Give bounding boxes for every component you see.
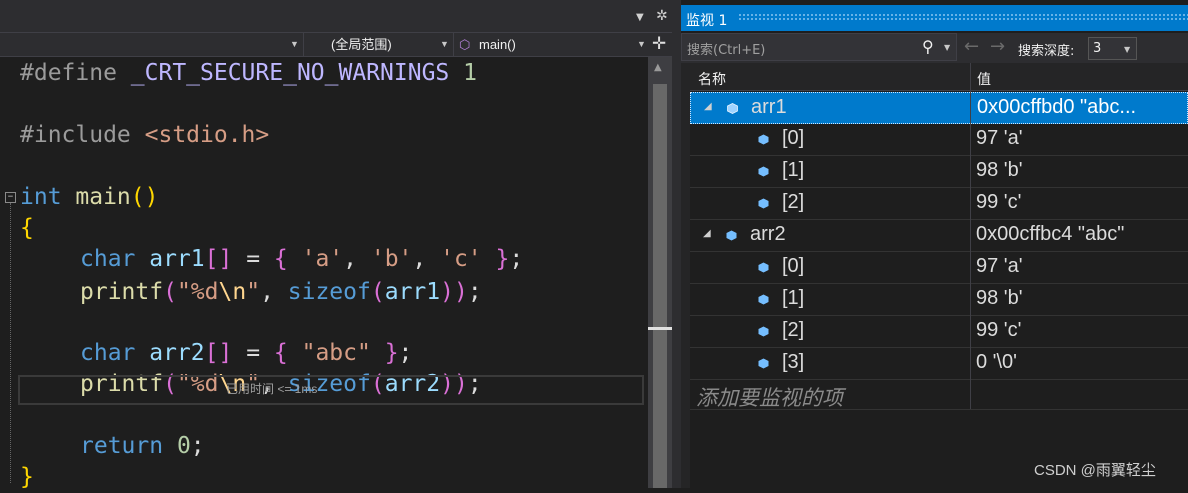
watch-row-arr1[interactable]: ◢ arr1 0x00cffbd0 "abc... [690, 92, 1188, 124]
field-cube-icon [758, 198, 769, 209]
collapse-arrow-icon[interactable]: ◢ [703, 228, 711, 239]
search-depth-label: 搜索深度: [1018, 44, 1075, 59]
watch-title: 监视 1 [686, 10, 732, 30]
split-window-icon[interactable]: ✛ [652, 34, 666, 54]
function-dropdown[interactable]: ⬡ main() ▼ [455, 33, 649, 56]
scope-label: (全局范围) [331, 37, 392, 52]
row-value[interactable]: 0x00cffbc4 "abc" [976, 223, 1124, 246]
scroll-up-icon[interactable]: ▲ [654, 62, 662, 73]
collapse-toggle-icon[interactable]: − [5, 192, 16, 203]
variable-cube-icon [727, 103, 738, 114]
watch-row-element[interactable]: [0] 97 'a' [690, 252, 1188, 284]
code-line-13: return 0; [80, 433, 205, 459]
row-value[interactable]: 97 'a' [976, 127, 1023, 150]
code-line-7: char arr1[] = { 'a', 'b', 'c' }; [80, 246, 524, 272]
field-cube-icon [758, 166, 769, 177]
row-name: [2] [782, 191, 805, 213]
watermark: CSDN @雨翼轻尘 [1034, 462, 1156, 479]
project-dropdown[interactable]: ▼ [0, 33, 304, 56]
watch-row-element[interactable]: [1] 98 'b' [690, 156, 1188, 188]
watch-row-element[interactable]: [2] 99 'c' [690, 316, 1188, 348]
watch-row-element[interactable]: [3] 0 '\0' [690, 348, 1188, 380]
current-line-highlight [18, 375, 644, 405]
row-name: [1] [782, 287, 805, 309]
gear-icon[interactable]: ✲ [656, 8, 668, 24]
column-header-name[interactable]: 名称 [698, 69, 726, 89]
column-divider[interactable] [970, 63, 971, 409]
navigation-bar: ▼ (全局范围) ▼ ⬡ main() ▼ ✛ [0, 32, 679, 57]
elapsed-time-hint: 已用时间 <= 1ms [226, 382, 318, 396]
code-line-5: int main() [20, 184, 159, 210]
field-cube-icon [758, 262, 769, 273]
row-value[interactable]: 97 'a' [976, 255, 1023, 278]
code-editor[interactable]: #define _CRT_SECURE_NO_WARNINGS 1 #inclu… [0, 57, 648, 490]
chevron-down-icon: ▼ [1124, 45, 1131, 54]
chevron-down-icon[interactable]: ▼ [944, 43, 950, 52]
search-depth-value: 3 [1093, 41, 1102, 56]
field-cube-icon [758, 358, 769, 369]
variable-cube-icon [726, 230, 737, 241]
row-name: arr2 [750, 223, 786, 245]
row-value[interactable]: 99 'c' [976, 191, 1021, 214]
watch-row-element[interactable]: [0] 97 'a' [690, 124, 1188, 156]
field-cube-icon [758, 294, 769, 305]
row-value[interactable]: 98 'b' [976, 159, 1023, 182]
watch-row-element[interactable]: [1] 98 'b' [690, 284, 1188, 316]
code-line-10: char arr2[] = { "abc" }; [80, 340, 413, 366]
function-cube-icon: ⬡ [459, 37, 471, 52]
row-name: [0] [782, 255, 805, 277]
row-name: [2] [782, 319, 805, 341]
row-value[interactable]: 99 'c' [976, 319, 1021, 342]
row-value[interactable]: 0x00cffbd0 "abc... [977, 96, 1136, 119]
watch-row-element[interactable]: [2] 99 'c' [690, 188, 1188, 220]
watch-left-gutter [681, 63, 690, 488]
function-label: main() [479, 37, 516, 52]
field-cube-icon [758, 326, 769, 337]
dropdown-arrow-icon[interactable]: ▼ [636, 12, 644, 23]
code-line-14: } [20, 464, 34, 490]
scrollbar-caret-marker [648, 327, 672, 330]
row-name: [3] [782, 351, 805, 373]
column-header-value[interactable]: 值 [977, 69, 991, 89]
back-arrow-icon[interactable]: ← [964, 36, 979, 57]
code-line-6: { [20, 215, 34, 241]
scope-dropdown[interactable]: (全局范围) ▼ [305, 33, 454, 56]
chevron-down-icon: ▼ [440, 39, 449, 49]
code-line-3: #include <stdio.h> [20, 122, 270, 148]
scope-guide-line [10, 203, 12, 483]
add-watch-item[interactable]: 添加要监视的项 [696, 382, 843, 412]
column-header [690, 63, 1188, 91]
row-name: arr1 [751, 96, 787, 118]
row-value[interactable]: 98 'b' [976, 287, 1023, 310]
watch-row-arr2[interactable]: ◢ arr2 0x00cffbc4 "abc" [690, 220, 1188, 252]
row-name: [0] [782, 127, 805, 149]
title-bar-grip [738, 13, 1188, 21]
code-line-1: #define _CRT_SECURE_NO_WARNINGS 1 [20, 60, 477, 86]
forward-arrow-icon[interactable]: → [990, 36, 1005, 57]
code-line-8: printf("%d\n", sizeof(arr1)); [80, 279, 482, 305]
field-cube-icon [758, 134, 769, 145]
scrollbar-thumb[interactable] [653, 84, 667, 488]
pane-splitter[interactable] [672, 0, 681, 488]
chevron-down-icon: ▼ [290, 39, 299, 49]
row-name: [1] [782, 159, 805, 181]
collapse-arrow-icon[interactable]: ◢ [704, 101, 712, 112]
chevron-down-icon: ▼ [637, 39, 646, 49]
row-value[interactable]: 0 '\0' [976, 351, 1017, 374]
search-placeholder: 搜索(Ctrl+E) [687, 43, 766, 58]
editor-tab-strip [0, 0, 679, 32]
search-icon[interactable]: ⚲ [922, 37, 934, 56]
